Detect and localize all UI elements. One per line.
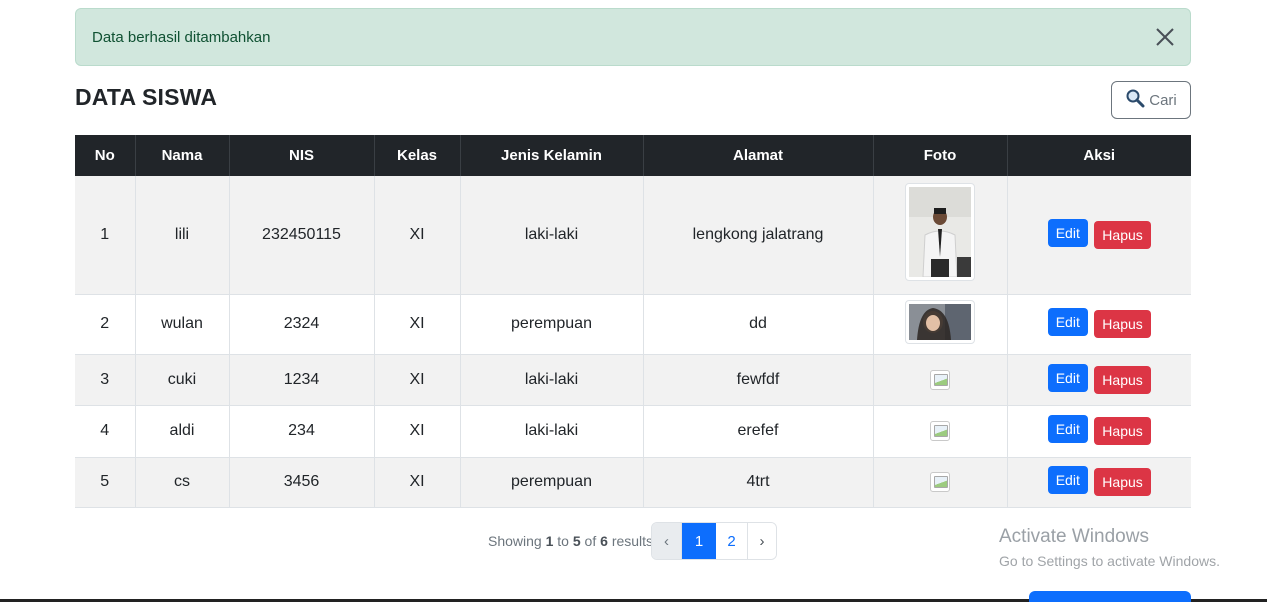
column-header-alamat: Alamat bbox=[643, 135, 874, 176]
success-alert: Data berhasil ditambahkan bbox=[75, 8, 1191, 66]
pagination-page-1[interactable]: 1 bbox=[682, 523, 716, 559]
pagination-prev[interactable]: ‹ bbox=[652, 523, 682, 559]
cell-nis: 232450115 bbox=[229, 176, 375, 295]
cell-nama: aldi bbox=[135, 405, 230, 458]
students-table: No Nama NIS Kelas Jenis Kelamin Alamat F… bbox=[75, 135, 1191, 508]
activate-windows-watermark: Activate Windows Go to Settings to activ… bbox=[999, 526, 1220, 569]
cell-jenis-kelamin: laki-laki bbox=[460, 354, 644, 406]
cell-foto bbox=[873, 294, 1008, 355]
table-row: 2 wulan 2324 XI perempuan dd Edit Hapus bbox=[75, 294, 1191, 355]
cell-nis: 2324 bbox=[229, 294, 375, 355]
cell-aksi: Edit Hapus bbox=[1007, 354, 1191, 406]
edit-button[interactable]: Edit bbox=[1047, 363, 1088, 392]
cell-foto bbox=[873, 176, 1008, 295]
cell-alamat: 4trt bbox=[643, 457, 874, 508]
close-icon[interactable] bbox=[1154, 26, 1176, 48]
cell-alamat: erefef bbox=[643, 405, 874, 458]
student-photo bbox=[905, 183, 975, 282]
broken-image-icon bbox=[930, 421, 950, 441]
cell-kelas: XI bbox=[374, 457, 461, 508]
cell-foto bbox=[873, 354, 1008, 406]
pagination-summary: Showing 1 to 5 of 6 results bbox=[488, 533, 653, 549]
cell-kelas: XI bbox=[374, 176, 461, 295]
cell-jenis-kelamin: perempuan bbox=[460, 457, 644, 508]
cell-no: 5 bbox=[75, 457, 136, 508]
cell-no: 4 bbox=[75, 405, 136, 458]
edit-button[interactable]: Edit bbox=[1047, 308, 1088, 336]
cell-no: 3 bbox=[75, 354, 136, 406]
magnifier-icon bbox=[1125, 88, 1145, 112]
column-header-foto: Foto bbox=[873, 135, 1008, 176]
edit-button[interactable]: Edit bbox=[1047, 218, 1088, 247]
cell-nama: lili bbox=[135, 176, 230, 295]
cell-jenis-kelamin: laki-laki bbox=[460, 405, 644, 458]
table-row: 3 cuki 1234 XI laki-laki fewfdf Edit Hap… bbox=[75, 354, 1191, 406]
cell-alamat: lengkong jalatrang bbox=[643, 176, 874, 295]
edit-button[interactable]: Edit bbox=[1047, 415, 1088, 443]
pagination-of-word: of bbox=[584, 533, 597, 549]
edit-button[interactable]: Edit bbox=[1047, 466, 1088, 494]
cell-nama: cs bbox=[135, 457, 230, 508]
pagination-next[interactable]: › bbox=[748, 523, 776, 559]
cell-aksi: Edit Hapus bbox=[1007, 457, 1191, 508]
cell-aksi: Edit Hapus bbox=[1007, 294, 1191, 355]
cell-kelas: XI bbox=[374, 405, 461, 458]
table-row: 5 cs 3456 XI perempuan 4trt Edit Hapus bbox=[75, 457, 1191, 508]
pagination-total: 6 bbox=[600, 533, 608, 549]
alert-message: Data berhasil ditambahkan bbox=[92, 28, 271, 46]
cell-kelas: XI bbox=[374, 354, 461, 406]
delete-button[interactable]: Hapus bbox=[1094, 365, 1151, 394]
student-photo bbox=[905, 299, 975, 344]
pagination-results-word: results bbox=[611, 533, 654, 549]
cell-foto bbox=[873, 457, 1008, 508]
pagination-showing: Showing bbox=[488, 533, 542, 549]
cell-nis: 234 bbox=[229, 405, 375, 458]
column-header-nis: NIS bbox=[229, 135, 375, 176]
cell-nama: cuki bbox=[135, 354, 230, 406]
table-row: 4 aldi 234 XI laki-laki erefef Edit Hapu… bbox=[75, 405, 1191, 458]
delete-button[interactable]: Hapus bbox=[1094, 310, 1151, 338]
cell-no: 1 bbox=[75, 176, 136, 295]
delete-button[interactable]: Hapus bbox=[1094, 468, 1151, 496]
cell-aksi: Edit Hapus bbox=[1007, 176, 1191, 295]
pagination-to: 5 bbox=[572, 533, 581, 549]
cell-kelas: XI bbox=[374, 294, 461, 355]
cell-alamat: dd bbox=[643, 294, 874, 355]
table-row: 1 lili 232450115 XI laki-laki lengkong j… bbox=[75, 176, 1191, 295]
pagination-from: 1 bbox=[545, 533, 554, 549]
column-header-nama: Nama bbox=[135, 135, 230, 176]
pagination-page-2[interactable]: 2 bbox=[716, 523, 748, 559]
column-header-no: No bbox=[75, 135, 136, 176]
delete-button[interactable]: Hapus bbox=[1094, 417, 1151, 445]
cell-aksi: Edit Hapus bbox=[1007, 405, 1191, 458]
cell-nis: 3456 bbox=[229, 457, 375, 508]
watermark-subtitle: Go to Settings to activate Windows. bbox=[999, 553, 1220, 569]
delete-button[interactable]: Hapus bbox=[1094, 220, 1151, 249]
column-header-kelas: Kelas bbox=[374, 135, 461, 176]
column-header-aksi: Aksi bbox=[1007, 135, 1191, 176]
search-button[interactable]: Cari bbox=[1111, 81, 1191, 119]
cell-foto bbox=[873, 405, 1008, 458]
cell-jenis-kelamin: laki-laki bbox=[460, 176, 644, 295]
cell-jenis-kelamin: perempuan bbox=[460, 294, 644, 355]
pagination-to-word: to bbox=[557, 533, 569, 549]
watermark-title: Activate Windows bbox=[999, 526, 1149, 547]
search-button-label: Cari bbox=[1149, 91, 1177, 109]
table-header-row: No Nama NIS Kelas Jenis Kelamin Alamat F… bbox=[75, 135, 1191, 176]
cell-nis: 1234 bbox=[229, 354, 375, 406]
broken-image-icon bbox=[930, 369, 950, 390]
column-header-jenis-kelamin: Jenis Kelamin bbox=[460, 135, 644, 176]
pagination: ‹ 1 2 › bbox=[651, 522, 777, 560]
partial-bottom-button[interactable] bbox=[1029, 591, 1191, 602]
page-title: DATA SISWA bbox=[75, 84, 218, 110]
cell-alamat: fewfdf bbox=[643, 354, 874, 406]
broken-image-icon bbox=[930, 472, 950, 492]
cell-no: 2 bbox=[75, 294, 136, 355]
cell-nama: wulan bbox=[135, 294, 230, 355]
